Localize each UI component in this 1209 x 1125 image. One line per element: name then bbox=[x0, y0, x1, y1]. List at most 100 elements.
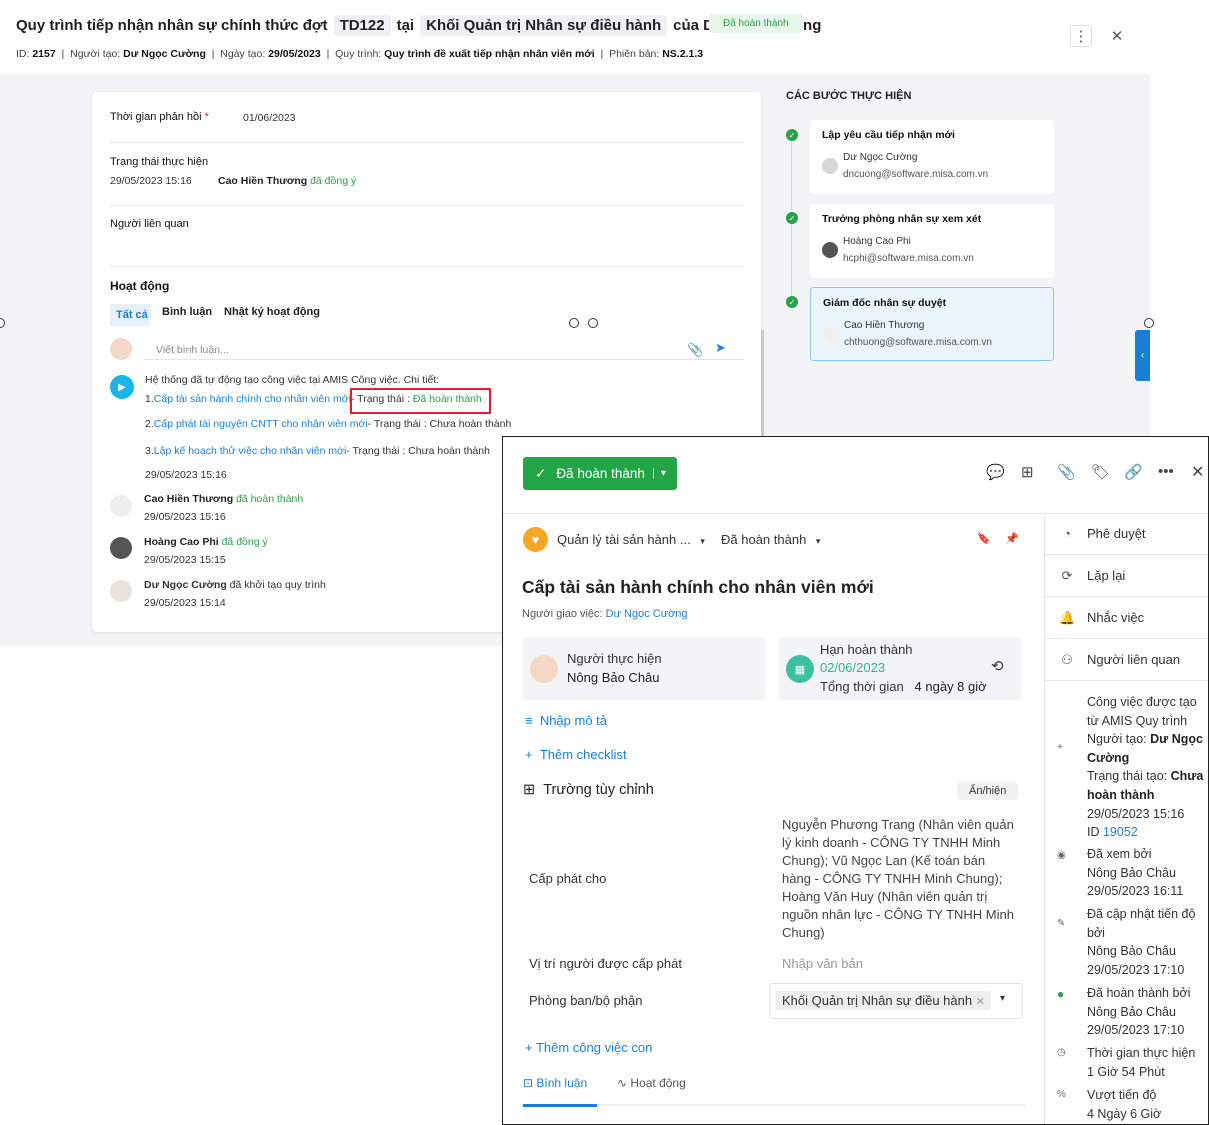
more-vertical-icon[interactable]: ⋮ bbox=[1070, 25, 1092, 47]
related-people-button[interactable]: ⚇ Người liên quan bbox=[1045, 639, 1208, 681]
response-time-label: Thời gian phản hồi * bbox=[110, 111, 209, 123]
add-checklist[interactable]: + Thêm checklist bbox=[525, 747, 627, 762]
tab-comments[interactable]: Bình luận bbox=[162, 306, 212, 318]
attach-icon[interactable]: 📎 bbox=[687, 342, 703, 358]
task-link[interactable]: Cấp phát tài nguyên CNTT cho nhân viên m… bbox=[154, 418, 368, 430]
link-icon[interactable]: 🔗 bbox=[1124, 463, 1143, 481]
task-link[interactable]: Cấp tài sản hành chính cho nhân viên mới bbox=[154, 393, 351, 405]
percent-icon: % bbox=[1057, 1089, 1066, 1100]
more-icon[interactable]: ••• bbox=[1158, 463, 1174, 480]
step-card[interactable]: Trưởng phòng nhân sự xem xét Hoàng Cao P… bbox=[810, 204, 1054, 278]
activity-label: Hoạt động bbox=[110, 279, 170, 293]
tab-activity[interactable]: ∿ Hoạt động bbox=[617, 1076, 686, 1090]
chevron-down-icon[interactable]: ▾ bbox=[652, 468, 666, 479]
step-email: hcphi@software.misa.com.vn bbox=[843, 253, 974, 264]
related-label: Người liên quan bbox=[110, 218, 189, 230]
task-title[interactable]: Cấp tài sản hành chính cho nhân viên mới bbox=[522, 577, 874, 598]
tab-activity-log[interactable]: Nhật ký hoạt động bbox=[224, 306, 320, 318]
total-time: Tổng thời gian 4 ngày 8 giờ bbox=[820, 679, 987, 694]
approve-icon: ◔ bbox=[1063, 526, 1071, 541]
code-tag[interactable]: TD122 bbox=[333, 15, 391, 36]
repeat-icon: ⟳ bbox=[1061, 567, 1073, 583]
task-link[interactable]: Lập kế hoạch thử việc cho nhân viên mới bbox=[154, 445, 347, 457]
tag-icon[interactable]: 🏷 bbox=[1091, 463, 1110, 481]
task-popup: ✓ Đã hoàn thành ▾ 💬 ⊞ 📎 🏷 🔗 ••• ✕ ♥ Quản… bbox=[502, 436, 1209, 1125]
tree-icon[interactable]: ⊞ bbox=[1021, 463, 1034, 481]
dept-tag[interactable]: Khối Quản trị Nhân sự điều hành bbox=[420, 15, 668, 36]
performer-name: Nông Bảo Châu bbox=[567, 670, 660, 685]
chevron-down-icon[interactable]: ▾ bbox=[1000, 993, 1005, 1004]
check-circle-icon: ● bbox=[1057, 987, 1065, 1001]
meta-id: 2157 bbox=[32, 48, 56, 60]
show-hide-button[interactable]: Ẩn/hiện bbox=[957, 782, 1019, 800]
meta-id-label: ID: bbox=[16, 48, 30, 60]
approve-button[interactable]: ◔ Phê duyệt bbox=[1045, 513, 1208, 555]
play-icon: ▶ bbox=[110, 375, 134, 399]
performer-box[interactable]: Người thực hiện Nông Bảo Châu bbox=[523, 637, 765, 700]
status-label: Trạng thái thực hiện bbox=[110, 156, 209, 168]
pulse-icon: ∿ bbox=[617, 1076, 628, 1090]
close-icon[interactable]: ✕ bbox=[1191, 462, 1204, 482]
repeat-button[interactable]: ⟳ Lặp lại bbox=[1045, 555, 1208, 597]
send-icon[interactable]: ➤ bbox=[715, 340, 726, 356]
pin-icon[interactable]: 📌 bbox=[1005, 532, 1019, 545]
avatar bbox=[110, 495, 132, 517]
dept-select[interactable]: Khối Quản trị Nhân sự điều hành ✕ ▾ bbox=[769, 983, 1023, 1019]
position-label: Vị trí người được cấp phát bbox=[529, 956, 682, 971]
meta-date-label: Ngày tạo: bbox=[220, 48, 266, 60]
deadline-box[interactable]: ▦ Hạn hoàn thành 02/06/2023 Tổng thời gi… bbox=[779, 637, 1021, 700]
step-person: Hoàng Cao Phi bbox=[843, 236, 911, 247]
remove-icon: ✕ bbox=[975, 996, 985, 1008]
plus-box-icon: ⊞ bbox=[523, 782, 536, 798]
tab-comment[interactable]: ⊡ Bình luận bbox=[523, 1076, 587, 1090]
history-icon[interactable]: ⟲ bbox=[991, 657, 1004, 675]
page-title: Quy trình tiếp nhận nhân sự chính thức đ… bbox=[16, 15, 821, 36]
bell-icon: 🔔 bbox=[1059, 609, 1076, 625]
position-input[interactable]: Nhập văn bản bbox=[782, 956, 863, 971]
attach-icon[interactable]: 📎 bbox=[1057, 463, 1076, 481]
comment-icon: ⊡ bbox=[523, 1076, 534, 1090]
step-person: Cao Hiền Thương bbox=[844, 320, 925, 331]
add-subtask[interactable]: + Thêm công việc con bbox=[525, 1040, 652, 1055]
status-badge: Đã hoàn thành bbox=[709, 14, 803, 33]
status-time: 29/05/2023 15:16 bbox=[110, 175, 192, 187]
check-icon: ✓ bbox=[786, 129, 798, 141]
user-avatar bbox=[110, 338, 132, 360]
step-card[interactable]: Lập yêu cầu tiếp nhận mới Dư Ngọc Cường … bbox=[810, 120, 1054, 194]
calendar-icon: ▦ bbox=[786, 655, 814, 683]
reminder-button[interactable]: 🔔 Nhắc việc bbox=[1045, 597, 1208, 639]
divider bbox=[110, 266, 744, 267]
step-title: Trưởng phòng nhân sự xem xét bbox=[822, 213, 982, 225]
project-select[interactable]: Quản lý tài sản hành ... ▾ bbox=[557, 532, 705, 547]
alloc-value[interactable]: Nguyễn Phương Trang (Nhân viên quản lý k… bbox=[782, 816, 1014, 942]
status-person: Cao Hiền Thương đã đồng ý bbox=[218, 175, 357, 187]
step-card-active[interactable]: Giám đốc nhân sự duyệt Cao Hiền Thương c… bbox=[810, 287, 1054, 361]
comment-icon[interactable]: 💬 bbox=[986, 463, 1005, 481]
auto-item-3: 3.Lập kế hoạch thử việc cho nhân viên mớ… bbox=[145, 445, 490, 457]
marker-circle bbox=[588, 318, 598, 328]
complete-label: Đã hoàn thành bbox=[556, 466, 645, 481]
close-icon[interactable]: ✕ bbox=[1106, 25, 1128, 47]
tab-all[interactable]: Tất cả bbox=[110, 304, 150, 326]
step-title: Lập yêu cầu tiếp nhận mới bbox=[822, 129, 955, 141]
scrollbar[interactable] bbox=[761, 330, 764, 436]
add-description[interactable]: ≡ Nhập mô tả bbox=[525, 713, 607, 728]
check-icon: ✓ bbox=[535, 465, 547, 481]
status-select[interactable]: Đã hoàn thành ▾ bbox=[721, 532, 820, 547]
log-time: 29/05/2023 15:14 bbox=[144, 597, 226, 609]
meta-line: ID: 2157 | Người tạo: Dư Ngọc Cường | Ng… bbox=[16, 48, 704, 60]
complete-button[interactable]: ✓ Đã hoàn thành ▾ bbox=[523, 457, 677, 490]
avatar bbox=[110, 537, 132, 559]
plus-icon: + bbox=[1057, 742, 1063, 753]
collapse-panel-button[interactable]: ‹ bbox=[1135, 330, 1150, 381]
meta-version-label: Phiên bản: bbox=[609, 48, 660, 60]
dept-label: Phòng ban/bộ phận bbox=[529, 993, 643, 1008]
meta-process-label: Quy trình: bbox=[335, 48, 382, 60]
deadline-label: Hạn hoàn thành bbox=[820, 642, 913, 657]
bookmark-icon[interactable]: 🔖 bbox=[977, 532, 991, 545]
log-entry: Dư Ngọc Cường đã khởi tạo quy trình bbox=[144, 579, 326, 591]
comment-input[interactable]: Viết bình luận... bbox=[144, 338, 744, 360]
meta-creator: Dư Ngọc Cường bbox=[123, 48, 206, 60]
heart-icon: ♥ bbox=[523, 527, 548, 552]
eye-icon: ◉ bbox=[1057, 850, 1066, 861]
